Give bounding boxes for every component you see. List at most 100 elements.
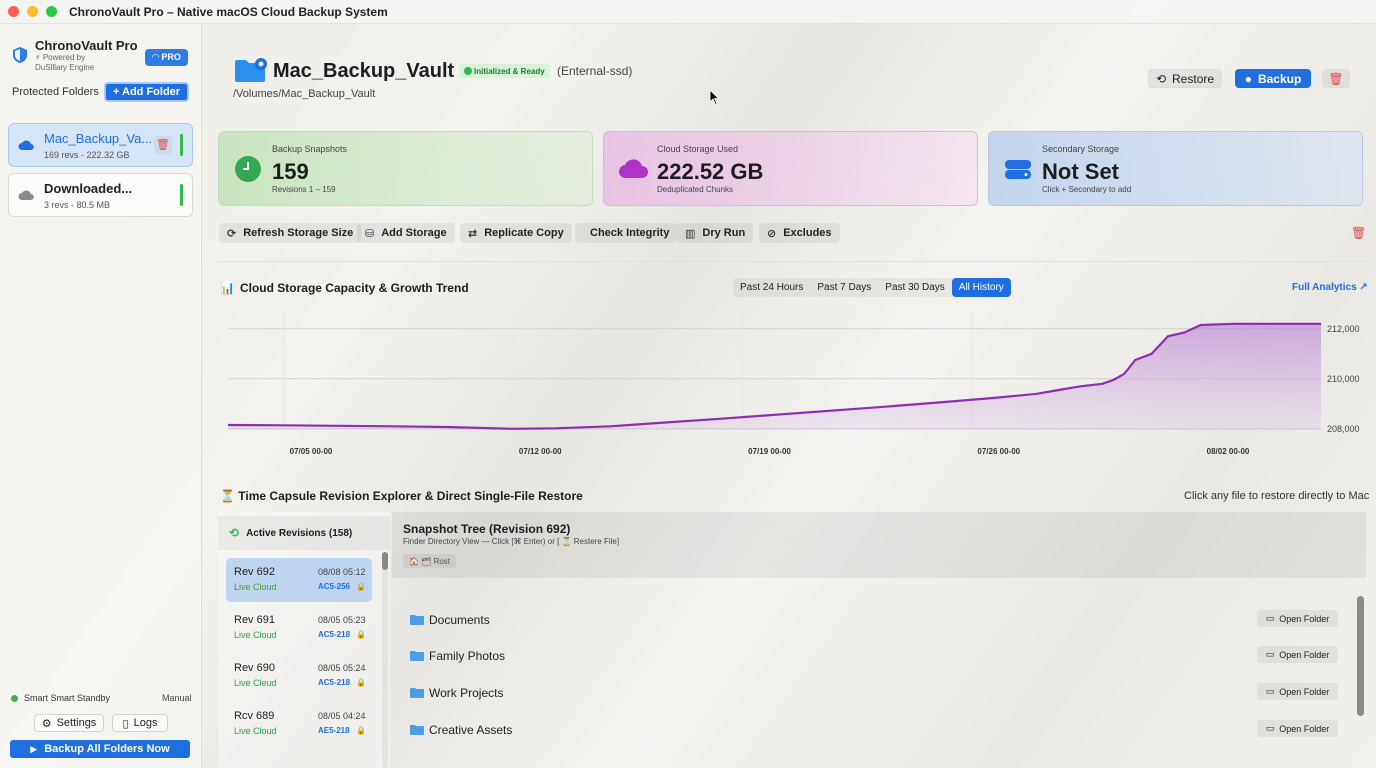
scrollbar-thumb[interactable] bbox=[382, 552, 388, 570]
delete-vault-button[interactable]: 🗑 bbox=[1322, 69, 1350, 88]
revision-explorer-title: ⏳ Time Capsule Revision Explorer & Direc… bbox=[220, 489, 583, 503]
add-storage-button[interactable]: ⛁ Add Storage bbox=[357, 223, 455, 243]
revision-item[interactable]: Rev 692 08/08 05:12 Live Cloud AC5-256 🔒 bbox=[226, 558, 372, 602]
y-tick-label: 210,000 bbox=[1327, 374, 1360, 384]
open-folder-button[interactable]: ▭ Open Folder bbox=[1257, 720, 1338, 737]
stat-card-secondary-storage[interactable]: Secondary Storage Not Set Click + Second… bbox=[988, 131, 1363, 206]
x-tick-label: 07/12 00-00 bbox=[519, 447, 562, 456]
revision-item[interactable]: Rev 690 08/05 05:24 Live Cleud AC5-218 🔒 bbox=[226, 654, 372, 698]
stat-value: Not Set bbox=[1042, 159, 1119, 184]
protected-folders-label: Protected Folders bbox=[12, 86, 99, 98]
add-folder-button[interactable]: + Add Folder bbox=[104, 82, 189, 102]
cloud-icon bbox=[618, 159, 648, 179]
trash-icon[interactable]: 🗑 bbox=[1351, 226, 1366, 240]
x-tick-label: 07/26 00-00 bbox=[977, 447, 1020, 456]
wifi-icon: ◠ bbox=[152, 52, 162, 62]
minimize-window-button[interactable] bbox=[27, 6, 38, 17]
close-window-button[interactable] bbox=[8, 6, 19, 17]
stat-label: Backup Snapshots bbox=[272, 144, 348, 154]
stat-card-snapshots: Backup Snapshots 159 Revisions 1 – 159 bbox=[218, 131, 593, 206]
backup-button[interactable]: ● Backup bbox=[1235, 69, 1311, 88]
file-list-scrollbar[interactable] bbox=[1357, 596, 1364, 716]
stat-sub: Click + Secondary to add bbox=[1042, 185, 1132, 194]
clock-icon bbox=[235, 156, 261, 182]
file-name: Work Projects bbox=[429, 686, 504, 700]
standby-label: Smart Smart Standby bbox=[24, 693, 111, 703]
x-tick-label: 07/05 00-00 bbox=[290, 447, 333, 456]
status-dot-icon bbox=[11, 694, 18, 702]
chart-title: 📊 Cloud Storage Capacity & Growth Trend bbox=[220, 281, 469, 295]
file-name: Creative Assets bbox=[429, 723, 513, 737]
file-row[interactable]: Family Photos ▭ Open Folder bbox=[410, 645, 1340, 669]
check-icon bbox=[464, 67, 472, 75]
open-folder-button[interactable]: ▭ Open Folder bbox=[1257, 646, 1338, 663]
shield-icon bbox=[13, 47, 27, 63]
status-badge: Initialized & Ready bbox=[459, 64, 550, 78]
revision-hint: Click any file to restore directly to Ma… bbox=[1184, 490, 1370, 502]
folder-icon bbox=[410, 615, 424, 625]
file-row[interactable]: Work Projects ▭ Open Folder bbox=[410, 682, 1340, 706]
excludes-button[interactable]: ⊘ Excludes bbox=[759, 223, 840, 243]
folder-status-bar bbox=[180, 134, 183, 156]
section-divider bbox=[218, 261, 1366, 262]
standby-status: Smart Smart Standby bbox=[11, 693, 110, 703]
mouse-pointer-icon bbox=[709, 89, 719, 106]
zoom-window-button[interactable] bbox=[46, 6, 57, 17]
folder-icon bbox=[410, 688, 424, 698]
revision-scrollbar[interactable] bbox=[382, 552, 388, 768]
range-24-hours[interactable]: Past 24 Hours bbox=[733, 278, 810, 297]
backup-all-button[interactable]: ▶ Backup All Folders Now bbox=[10, 740, 190, 758]
range-all-history[interactable]: All History bbox=[951, 278, 1011, 297]
vault-name: Mac_Backup_Vault bbox=[273, 60, 455, 82]
x-tick-label: 08/02 00-00 bbox=[1207, 447, 1250, 456]
file-row[interactable]: Creative Assets ▭ Open Folder bbox=[410, 719, 1340, 743]
revision-item[interactable]: Rev 691 08/05 05:23 Live Cloud AC5-218 🔒 bbox=[226, 606, 372, 650]
delete-folder-button[interactable]: 🗑 bbox=[154, 136, 172, 154]
folder-item-mac-backup[interactable]: Mac_Backup_Va... 169 revs - 222.32 GB 🗑 bbox=[8, 123, 193, 167]
snapshot-tree-header: Snapshot Tree (Revision 692) Finder Dire… bbox=[392, 512, 1366, 578]
folder-item-downloaded[interactable]: Downloaded... 3 revs - 80.5 MB bbox=[8, 173, 193, 217]
restore-button[interactable]: ⟲ Restore bbox=[1148, 69, 1222, 88]
brand: ChronoVault Pro ⚡ Powered by DuSlllary E… bbox=[12, 38, 138, 73]
lock-icon: 🔒 bbox=[356, 630, 366, 639]
window-title: ChronoVault Pro – Native macOS Cloud Bac… bbox=[69, 4, 388, 19]
play-icon: ▶ bbox=[30, 743, 38, 754]
snapshot-tree-title: Snapshot Tree (Revision 692) bbox=[403, 522, 571, 536]
history-icon: ⟲ bbox=[1155, 71, 1167, 86]
folder-name: Downloaded... bbox=[44, 181, 133, 196]
open-folder-button[interactable]: ▭ Open Folder bbox=[1257, 683, 1338, 700]
stat-sub: Deduplicated Chunks bbox=[657, 185, 734, 194]
folder-name: Mac_Backup_Va... bbox=[44, 131, 153, 146]
standby-mode[interactable]: Manual bbox=[162, 693, 192, 703]
stat-label: Secondary Storage bbox=[1042, 144, 1120, 154]
stat-sub: Revisions 1 – 159 bbox=[272, 185, 336, 194]
folder-meta: 169 revs - 222.32 GB bbox=[44, 150, 130, 160]
folder-outline-icon: ▭ bbox=[1265, 686, 1275, 696]
history-icon: ⟲ bbox=[229, 526, 240, 540]
refresh-storage-button[interactable]: ⟳ Refresh Storage Size bbox=[219, 223, 362, 243]
file-row[interactable]: Documents ▭ Open Folder bbox=[410, 609, 1340, 633]
settings-button[interactable]: ⚙ Settings bbox=[34, 714, 104, 732]
range-30-days[interactable]: Past 30 Days bbox=[878, 278, 951, 297]
logs-button[interactable]: ▯ Logs bbox=[112, 714, 168, 732]
columns-icon: ▥ bbox=[685, 227, 696, 240]
open-folder-button[interactable]: ▭ Open Folder bbox=[1257, 610, 1338, 627]
lock-icon: 🔒 bbox=[356, 582, 366, 591]
cloud-icon bbox=[18, 140, 34, 151]
check-integrity-button[interactable]: Check Integrity bbox=[575, 223, 678, 243]
gear-icon: ⚙ bbox=[41, 717, 52, 730]
replicate-copy-button[interactable]: ⇄ Replicate Copy bbox=[460, 223, 572, 243]
revision-list: ⟲ Active Revisions (158) Rev 692 08/08 0… bbox=[218, 512, 390, 768]
storage-growth-chart: 208,000 210,000 212,000 07/05 00-00 07/12 00… bbox=[227, 310, 1360, 456]
title-bar: ChronoVault Pro – Native macOS Cloud Bac… bbox=[0, 0, 1376, 24]
folder-outline-icon: ▭ bbox=[1265, 613, 1275, 623]
full-analytics-link[interactable]: Full Analytics ↗ bbox=[1292, 282, 1368, 293]
dry-run-button[interactable]: ▥ Dry Run bbox=[677, 223, 754, 243]
snapshot-tree-subtitle: Finder Directory View — Click [⌘ Enter) … bbox=[403, 537, 620, 546]
breadcrumb[interactable]: 🏠 🗂 Rost bbox=[403, 554, 457, 568]
drive-icon bbox=[1005, 160, 1031, 179]
lock-icon: 🔒 bbox=[356, 678, 366, 687]
stat-value: 222.52 GB bbox=[657, 159, 764, 184]
revision-item[interactable]: Rcv 689 08/05 04:24 Live Cloud AE5-218 🔒 bbox=[226, 702, 372, 746]
range-7-days[interactable]: Past 7 Days bbox=[810, 278, 878, 297]
